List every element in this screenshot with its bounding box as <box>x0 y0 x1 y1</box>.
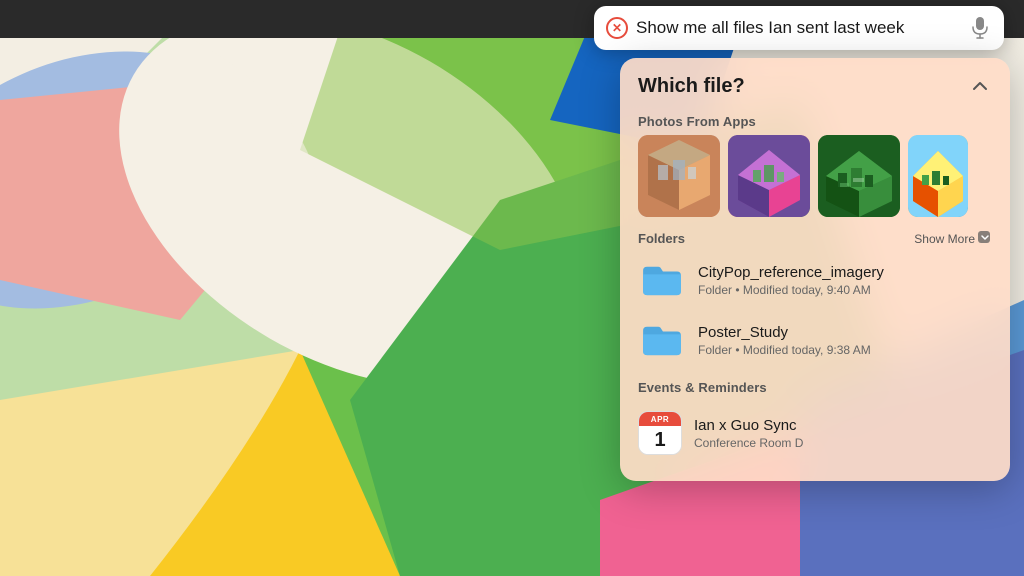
folders-section-header: Folders Show More <box>620 221 1010 250</box>
events-section-label: Events & Reminders <box>620 370 1010 401</box>
photos-section-label: Photos From Apps <box>620 106 1010 135</box>
microphone-icon[interactable] <box>968 16 992 40</box>
calendar-day: 1 <box>654 430 665 450</box>
collapse-icon[interactable] <box>968 74 992 98</box>
photo-thumb-1[interactable] <box>638 135 720 217</box>
event-item[interactable]: APR 1 Ian x Guo Sync Conference Room D <box>620 401 1010 465</box>
folder-info-2: Poster_Study Folder • Modified today, 9:… <box>698 324 992 357</box>
folder-info: CityPop_reference_imagery Folder • Modif… <box>698 264 992 297</box>
photos-grid <box>620 135 1010 221</box>
show-more-arrow-icon <box>978 231 992 246</box>
calendar-month-header: APR <box>639 412 681 426</box>
results-panel: Which file? Photos From Apps <box>620 58 1010 481</box>
search-input[interactable] <box>636 18 968 38</box>
calendar-icon: APR 1 <box>638 411 682 455</box>
event-name: Ian x Guo Sync <box>694 417 992 434</box>
search-cancel-icon[interactable]: ✕ <box>606 17 628 39</box>
folder-item[interactable]: Poster_Study Folder • Modified today, 9:… <box>620 310 1010 370</box>
panel-header: Which file? <box>620 58 1010 106</box>
calendar-month: APR <box>651 415 669 424</box>
folder-icon-wrap <box>638 260 686 300</box>
show-more-button[interactable]: Show More <box>914 231 992 246</box>
photo-thumb-2[interactable] <box>728 135 810 217</box>
folder-name-2: Poster_Study <box>698 324 992 341</box>
event-info: Ian x Guo Sync Conference Room D <box>694 417 992 450</box>
photo-thumb-3[interactable] <box>818 135 900 217</box>
calendar-day-area: 1 <box>639 426 681 454</box>
folder-meta: Folder • Modified today, 9:40 AM <box>698 283 992 297</box>
folder-meta-2: Folder • Modified today, 9:38 AM <box>698 343 992 357</box>
event-location: Conference Room D <box>694 436 992 450</box>
search-bar[interactable]: ✕ <box>594 6 1004 50</box>
panel-title: Which file? <box>638 75 745 98</box>
folder-item[interactable]: CityPop_reference_imagery Folder • Modif… <box>620 250 1010 310</box>
photo-thumb-4[interactable] <box>908 135 968 217</box>
folder-icon-wrap-2 <box>638 320 686 360</box>
folder-name: CityPop_reference_imagery <box>698 264 992 281</box>
folders-label: Folders <box>638 231 685 246</box>
